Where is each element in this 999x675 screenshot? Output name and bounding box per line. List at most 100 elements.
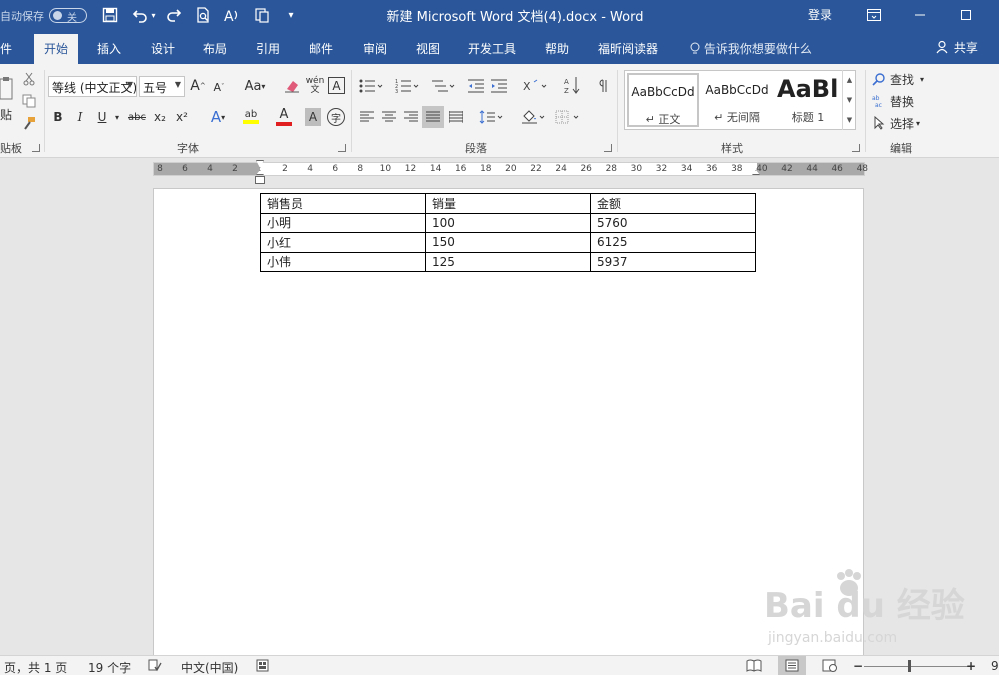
tab-insert[interactable]: 插入 — [97, 40, 121, 57]
superscript-button[interactable]: x² — [173, 108, 191, 126]
proofing-icon[interactable] — [148, 659, 162, 675]
align-center-icon[interactable] — [380, 108, 398, 126]
word-count[interactable]: 19 个字 — [88, 659, 131, 675]
find-button[interactable]: 查找 ▾ — [872, 70, 924, 88]
cut-icon[interactable] — [20, 70, 38, 88]
tab-references[interactable]: 引用 — [256, 40, 280, 57]
multilevel-list-icon[interactable] — [428, 76, 458, 96]
paste-label[interactable]: 贴 — [0, 106, 12, 123]
table-cell[interactable]: 小明 — [260, 212, 426, 233]
left-indent-marker[interactable] — [255, 176, 265, 184]
save-icon[interactable] — [100, 6, 120, 24]
clipboard-launcher-icon[interactable] — [32, 144, 40, 152]
customize-qat-icon[interactable]: ▾ — [281, 6, 301, 24]
distributed-icon[interactable] — [447, 108, 465, 126]
zoom-level[interactable]: 9 — [991, 659, 999, 673]
tab-foxit-reader[interactable]: 福昕阅读器 — [598, 40, 658, 57]
print-preview-icon[interactable] — [193, 6, 213, 24]
tab-home[interactable]: 开始 — [34, 34, 79, 64]
italic-button[interactable]: I — [72, 108, 88, 126]
horizontal-ruler[interactable]: 8 6 4 2 2 4 6 8 10 12 14 16 18 20 22 24 26 28 30 32 34 36 38 40… — [153, 160, 868, 176]
character-border-button[interactable]: A — [328, 77, 345, 94]
styles-launcher-icon[interactable] — [852, 144, 860, 152]
select-button[interactable]: 选择 ▾ — [872, 114, 920, 132]
sort-icon[interactable]: AZ — [562, 74, 582, 96]
ribbon-display-icon[interactable] — [851, 0, 897, 30]
table-cell[interactable]: 小红 — [260, 232, 426, 253]
increase-indent-icon[interactable] — [489, 76, 509, 96]
table-cell[interactable]: 150 — [425, 232, 591, 253]
redo-icon[interactable] — [164, 6, 184, 24]
minimize-icon[interactable] — [897, 0, 943, 30]
font-name-select[interactable]: 等线 (中文正文) ▼ — [48, 76, 137, 97]
macro-record-icon[interactable] — [256, 659, 269, 675]
tab-layout[interactable]: 布局 — [203, 40, 227, 57]
table-cell[interactable]: 5937 — [590, 251, 756, 272]
paragraph-launcher-icon[interactable] — [604, 144, 612, 152]
style-heading-1[interactable]: AaBl 标题 1 — [775, 73, 841, 127]
zoom-slider-thumb[interactable] — [908, 660, 911, 672]
copy-icon[interactable] — [20, 92, 38, 110]
bold-button[interactable]: B — [50, 108, 66, 126]
phonetic-guide-button[interactable]: wén 文 — [305, 76, 325, 96]
shading-icon[interactable] — [518, 108, 548, 126]
gallery-more-icon[interactable]: ▼ — [843, 110, 856, 130]
shrink-font-button[interactable]: Aˇ — [212, 79, 226, 95]
clear-formatting-icon[interactable] — [283, 77, 301, 95]
page-count[interactable]: 页，共 1 页 — [4, 659, 67, 675]
font-color-button[interactable]: A — [270, 106, 298, 128]
subscript-button[interactable]: x₂ — [151, 108, 169, 126]
paste-icon[interactable] — [0, 70, 14, 110]
scroll-down-icon[interactable]: ▼ — [843, 90, 856, 110]
line-spacing-icon[interactable] — [476, 108, 506, 126]
chinese-layout-icon[interactable]: X — [520, 76, 550, 96]
tell-me-search[interactable]: 告诉我你想要做什么 — [690, 40, 812, 57]
table-cell[interactable]: 100 — [425, 212, 591, 233]
table-cell[interactable]: 5760 — [590, 212, 756, 233]
tab-review[interactable]: 审阅 — [363, 40, 387, 57]
justify-icon[interactable] — [422, 106, 444, 128]
read-mode-icon[interactable] — [746, 659, 762, 675]
sales-table[interactable]: 销售员 销量 金额 小明 100 5760 小红 150 6125 小伟 125 5937 — [260, 193, 756, 272]
replace-button[interactable]: ab ac 替换 — [872, 92, 914, 110]
underline-button[interactable]: U — [94, 108, 110, 126]
tab-developer[interactable]: 开发工具 — [468, 40, 516, 57]
tab-design[interactable]: 设计 — [151, 40, 175, 57]
table-cell[interactable]: 金额 — [590, 193, 756, 214]
character-shading-button[interactable]: A — [305, 108, 321, 126]
share-button[interactable]: 共享 — [936, 39, 978, 56]
decrease-indent-icon[interactable] — [466, 76, 486, 96]
strikethrough-button[interactable]: abc — [126, 108, 148, 126]
scroll-up-icon[interactable]: ▲ — [843, 70, 856, 90]
maximize-icon[interactable] — [943, 0, 989, 30]
tab-view[interactable]: 视图 — [416, 40, 440, 57]
change-case-button[interactable]: Aa ▾ — [240, 77, 270, 95]
table-cell[interactable]: 销量 — [425, 193, 591, 214]
sign-in-link[interactable]: 登录 — [808, 6, 832, 23]
borders-icon[interactable] — [552, 108, 582, 126]
web-layout-icon[interactable] — [822, 659, 838, 675]
align-right-icon[interactable] — [402, 108, 420, 126]
styles-gallery-scroll[interactable]: ▲ ▼ ▼ — [842, 70, 856, 130]
numbering-icon[interactable]: 123 — [392, 76, 422, 96]
touch-mode-icon[interactable] — [252, 6, 272, 24]
align-left-icon[interactable] — [358, 108, 376, 126]
highlight-button[interactable]: ab — [236, 106, 266, 128]
autosave-toggle[interactable]: 关 — [49, 8, 87, 24]
font-size-select[interactable]: 五号 ▼ — [139, 76, 185, 97]
document-page[interactable]: 销售员 销量 金额 小明 100 5760 小红 150 6125 小伟 125 5937 — [153, 188, 864, 658]
style-normal[interactable]: AaBbCcDd ↵ 正文 — [627, 73, 699, 127]
read-aloud-icon[interactable]: A — [222, 6, 242, 24]
style-no-spacing[interactable]: AaBbCcDd ↵ 无间隔 — [701, 73, 773, 127]
language-indicator[interactable]: 中文(中国) — [181, 659, 238, 675]
bullets-icon[interactable] — [356, 76, 386, 96]
undo-icon[interactable]: ▾ — [130, 6, 158, 24]
font-launcher-icon[interactable] — [338, 144, 346, 152]
grow-font-button[interactable]: A ^ — [190, 77, 206, 95]
table-cell[interactable]: 销售员 — [260, 193, 426, 214]
table-cell[interactable]: 小伟 — [260, 251, 426, 272]
tab-mailings[interactable]: 邮件 — [309, 40, 333, 57]
tab-file[interactable]: 件 — [0, 40, 12, 57]
format-painter-icon[interactable] — [20, 114, 38, 132]
underline-dropdown-icon[interactable]: ▾ — [112, 108, 122, 126]
